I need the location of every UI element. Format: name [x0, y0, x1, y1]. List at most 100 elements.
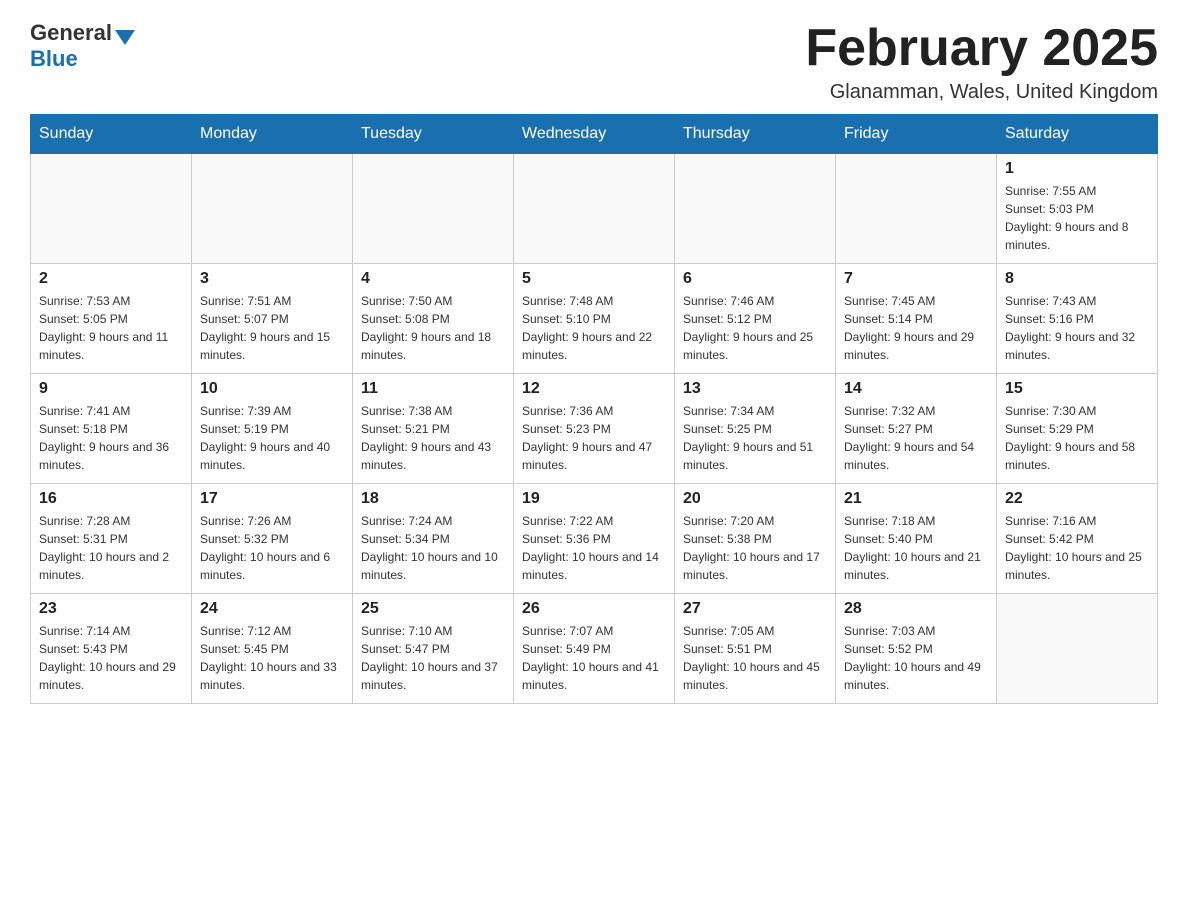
day-info: Sunrise: 7:24 AMSunset: 5:34 PMDaylight:…	[361, 512, 505, 584]
calendar-cell: 18 Sunrise: 7:24 AMSunset: 5:34 PMDayligh…	[353, 484, 514, 594]
day-info: Sunrise: 7:12 AMSunset: 5:45 PMDaylight:…	[200, 622, 344, 694]
calendar-cell: 8 Sunrise: 7:43 AMSunset: 5:16 PMDaylight…	[997, 264, 1158, 374]
calendar-cell: 19Sunrise: 7:22 AMSunset: 5:36 PMDayligh…	[514, 484, 675, 594]
day-info: Sunrise: 7:10 AMSunset: 5:47 PMDaylight:…	[361, 622, 505, 694]
day-number: 6	[683, 270, 827, 288]
week-row-4: 16Sunrise: 7:28 AMSunset: 5:31 PMDayligh…	[31, 484, 1158, 594]
calendar-cell	[514, 154, 675, 264]
day-info: Sunrise: 7:38 AMSunset: 5:21 PMDaylight:…	[361, 402, 505, 474]
calendar-cell: 16Sunrise: 7:28 AMSunset: 5:31 PMDayligh…	[31, 484, 192, 594]
day-number: 4	[361, 270, 505, 288]
location: Glanamman, Wales, United Kingdom	[805, 81, 1158, 104]
calendar-table: SundayMondayTuesdayWednesdayThursdayFrid…	[30, 114, 1158, 704]
calendar-cell: 15Sunrise: 7:30 AMSunset: 5:29 PMDayligh…	[997, 374, 1158, 484]
calendar-cell: 5 Sunrise: 7:48 AMSunset: 5:10 PMDaylight…	[514, 264, 675, 374]
month-title: February 2025	[805, 20, 1158, 77]
calendar-cell	[836, 154, 997, 264]
day-number: 7	[844, 270, 988, 288]
calendar-cell: 24 Sunrise: 7:12 AMSunset: 5:45 PMDayligh…	[192, 594, 353, 704]
day-number: 8	[1005, 270, 1149, 288]
calendar-cell	[675, 154, 836, 264]
day-info: Sunrise: 7:03 AMSunset: 5:52 PMDaylight:…	[844, 622, 988, 694]
calendar-cell: 28 Sunrise: 7:03 AMSunset: 5:52 PMDayligh…	[836, 594, 997, 704]
day-number: 10	[200, 380, 344, 398]
calendar-cell: 10 Sunrise: 7:39 AMSunset: 5:19 PMDayligh…	[192, 374, 353, 484]
calendar-cell: 12 Sunrise: 7:36 AMSunset: 5:23 PMDayligh…	[514, 374, 675, 484]
day-info: Sunrise: 7:50 AMSunset: 5:08 PMDaylight:…	[361, 292, 505, 364]
calendar-cell: 27 Sunrise: 7:05 AMSunset: 5:51 PMDayligh…	[675, 594, 836, 704]
day-info: Sunrise: 7:22 AMSunset: 5:36 PMDaylight:…	[522, 512, 666, 584]
day-info: Sunrise: 7:43 AMSunset: 5:16 PMDaylight:…	[1005, 292, 1149, 364]
day-number: 1	[1005, 160, 1149, 178]
logo: General Blue	[30, 20, 135, 72]
day-number: 24	[200, 600, 344, 618]
day-info: Sunrise: 7:53 AMSunset: 5:05 PMDaylight:…	[39, 292, 183, 364]
day-info: Sunrise: 7:32 AMSunset: 5:27 PMDaylight:…	[844, 402, 988, 474]
day-info: Sunrise: 7:14 AMSunset: 5:43 PMDaylight:…	[39, 622, 183, 694]
day-number: 27	[683, 600, 827, 618]
week-row-5: 23 Sunrise: 7:14 AMSunset: 5:43 PMDayligh…	[31, 594, 1158, 704]
calendar-cell: 2 Sunrise: 7:53 AMSunset: 5:05 PMDaylight…	[31, 264, 192, 374]
calendar-cell	[192, 154, 353, 264]
calendar-cell	[31, 154, 192, 264]
calendar-cell: 1 Sunrise: 7:55 AMSunset: 5:03 PMDaylight…	[997, 154, 1158, 264]
day-number: 18	[361, 490, 505, 508]
day-number: 26	[522, 600, 666, 618]
day-number: 25	[361, 600, 505, 618]
weekday-header-saturday: Saturday	[997, 115, 1158, 154]
weekday-header-friday: Friday	[836, 115, 997, 154]
day-info: Sunrise: 7:34 AMSunset: 5:25 PMDaylight:…	[683, 402, 827, 474]
page-header: General Blue February 2025 Glanamman, Wa…	[30, 20, 1158, 104]
calendar-cell	[353, 154, 514, 264]
day-number: 3	[200, 270, 344, 288]
title-block: February 2025 Glanamman, Wales, United K…	[805, 20, 1158, 104]
day-number: 22	[1005, 490, 1149, 508]
day-info: Sunrise: 7:07 AMSunset: 5:49 PMDaylight:…	[522, 622, 666, 694]
day-info: Sunrise: 7:45 AMSunset: 5:14 PMDaylight:…	[844, 292, 988, 364]
day-number: 2	[39, 270, 183, 288]
calendar-cell: 26 Sunrise: 7:07 AMSunset: 5:49 PMDayligh…	[514, 594, 675, 704]
day-number: 9	[39, 380, 183, 398]
day-info: Sunrise: 7:20 AMSunset: 5:38 PMDaylight:…	[683, 512, 827, 584]
day-info: Sunrise: 7:55 AMSunset: 5:03 PMDaylight:…	[1005, 182, 1149, 254]
day-number: 12	[522, 380, 666, 398]
calendar-cell: 23 Sunrise: 7:14 AMSunset: 5:43 PMDayligh…	[31, 594, 192, 704]
logo-triangle-icon	[115, 30, 135, 45]
week-row-3: 9 Sunrise: 7:41 AMSunset: 5:18 PMDaylight…	[31, 374, 1158, 484]
day-info: Sunrise: 7:48 AMSunset: 5:10 PMDaylight:…	[522, 292, 666, 364]
calendar-cell: 7 Sunrise: 7:45 AMSunset: 5:14 PMDaylight…	[836, 264, 997, 374]
logo-blue: Blue	[30, 46, 78, 71]
calendar-cell	[997, 594, 1158, 704]
day-info: Sunrise: 7:36 AMSunset: 5:23 PMDaylight:…	[522, 402, 666, 474]
calendar-cell: 6 Sunrise: 7:46 AMSunset: 5:12 PMDaylight…	[675, 264, 836, 374]
weekday-header-wednesday: Wednesday	[514, 115, 675, 154]
day-number: 23	[39, 600, 183, 618]
week-row-1: 1 Sunrise: 7:55 AMSunset: 5:03 PMDaylight…	[31, 154, 1158, 264]
week-row-2: 2 Sunrise: 7:53 AMSunset: 5:05 PMDaylight…	[31, 264, 1158, 374]
weekday-header-tuesday: Tuesday	[353, 115, 514, 154]
calendar-cell: 22 Sunrise: 7:16 AMSunset: 5:42 PMDayligh…	[997, 484, 1158, 594]
calendar-cell: 25 Sunrise: 7:10 AMSunset: 5:47 PMDayligh…	[353, 594, 514, 704]
calendar-cell: 20Sunrise: 7:20 AMSunset: 5:38 PMDayligh…	[675, 484, 836, 594]
logo-general: General	[30, 20, 112, 46]
weekday-header-row: SundayMondayTuesdayWednesdayThursdayFrid…	[31, 115, 1158, 154]
day-info: Sunrise: 7:18 AMSunset: 5:40 PMDaylight:…	[844, 512, 988, 584]
day-number: 15	[1005, 380, 1149, 398]
day-info: Sunrise: 7:28 AMSunset: 5:31 PMDaylight:…	[39, 512, 183, 584]
calendar-cell: 11 Sunrise: 7:38 AMSunset: 5:21 PMDayligh…	[353, 374, 514, 484]
day-info: Sunrise: 7:05 AMSunset: 5:51 PMDaylight:…	[683, 622, 827, 694]
calendar-cell: 9 Sunrise: 7:41 AMSunset: 5:18 PMDaylight…	[31, 374, 192, 484]
day-info: Sunrise: 7:41 AMSunset: 5:18 PMDaylight:…	[39, 402, 183, 474]
day-info: Sunrise: 7:16 AMSunset: 5:42 PMDaylight:…	[1005, 512, 1149, 584]
day-number: 11	[361, 380, 505, 398]
day-number: 21	[844, 490, 988, 508]
day-number: 28	[844, 600, 988, 618]
calendar-cell: 14Sunrise: 7:32 AMSunset: 5:27 PMDayligh…	[836, 374, 997, 484]
day-info: Sunrise: 7:46 AMSunset: 5:12 PMDaylight:…	[683, 292, 827, 364]
day-number: 5	[522, 270, 666, 288]
day-info: Sunrise: 7:39 AMSunset: 5:19 PMDaylight:…	[200, 402, 344, 474]
day-number: 13	[683, 380, 827, 398]
calendar-cell: 13 Sunrise: 7:34 AMSunset: 5:25 PMDayligh…	[675, 374, 836, 484]
day-info: Sunrise: 7:51 AMSunset: 5:07 PMDaylight:…	[200, 292, 344, 364]
calendar-cell: 17Sunrise: 7:26 AMSunset: 5:32 PMDayligh…	[192, 484, 353, 594]
